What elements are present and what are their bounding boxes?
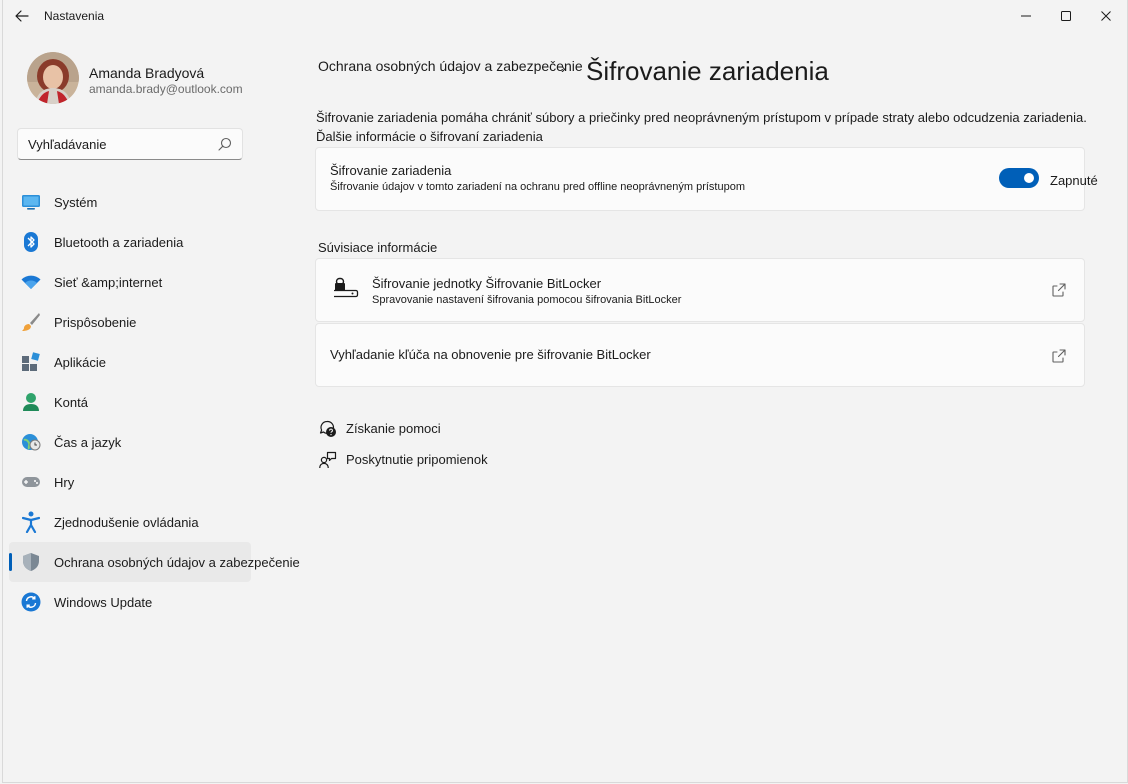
shield-icon [21,552,41,572]
close-button[interactable] [1086,0,1126,32]
breadcrumb-parent[interactable]: Ochrana osobných údajov a zabezpečenie [318,58,583,74]
bitlocker-recovery-key-title: Vyhľadanie kľúča na obnovenie pre šifrov… [330,347,651,362]
sidebar-item-accounts[interactable]: Kontá [9,382,251,422]
sidebar-item-label: Hry [54,475,75,490]
toggle-knob [1024,173,1034,183]
sidebar-item-label: Kontá [54,395,88,410]
settings-window: Nastavenia Amanda Bradyová amanda.brady@… [2,0,1128,783]
help-chat-icon [319,420,336,437]
arrow-left-icon [15,10,29,22]
device-encryption-title: Šifrovanie zariadenia [330,163,452,178]
sidebar-item-label: Zjednodušenie ovládania [54,515,199,530]
search-icon[interactable] [218,137,232,151]
title-bar: Nastavenia [3,0,1127,32]
sidebar-item-personalization[interactable]: Prispôsobenie [9,302,251,342]
bluetooth-icon [21,232,41,252]
sidebar-nav: Systém Bluetooth a zariadenia Sieť &amp;… [9,182,300,622]
sidebar-item-network[interactable]: Sieť &amp;internet [9,262,251,302]
bitlocker-title: Šifrovanie jednotky Šifrovanie BitLocker [372,276,602,291]
drive-lock-icon [334,277,359,298]
sidebar-item-accessibility[interactable]: Zjednodušenie ovládania [9,502,251,542]
brush-icon [21,312,41,332]
apps-icon [21,352,41,372]
sidebar-item-label: Aplikácie [54,355,107,370]
sidebar-item-privacy-security[interactable]: Ochrana osobných údajov a zabezpečenie [9,542,300,582]
sidebar-item-label: Bluetooth a zariadenia [54,235,184,250]
sidebar-item-label: Windows Update [54,595,153,610]
minimize-button[interactable] [1006,0,1046,32]
device-encryption-card: Šifrovanie zariadenia Šifrovanie údajov … [315,147,1098,211]
open-external-icon [1052,283,1066,297]
close-icon [1101,11,1111,21]
open-external-icon [1052,349,1066,363]
sidebar-item-label: Ochrana osobných údajov a zabezpečenie [54,555,300,570]
sidebar-item-label: Čas a jazyk [54,435,122,450]
related-section-heading: Súvisiace informácie [318,240,438,255]
maximize-icon [1061,11,1071,21]
maximize-button[interactable] [1046,0,1086,32]
app-title: Nastavenia [44,9,105,23]
feedback-icon [319,451,337,469]
bitlocker-subtitle: Spravovanie nastavení šifrovania pomocou… [372,294,682,306]
bitlocker-card[interactable]: Šifrovanie jednotky Šifrovanie BitLocker… [315,258,1085,322]
time-language-icon [21,432,41,452]
device-encryption-toggle[interactable] [999,168,1039,188]
sidebar-item-apps[interactable]: Aplikácie [9,342,251,382]
page-title: Šifrovanie zariadenia [586,56,829,86]
gamepad-icon [21,472,41,492]
search-input[interactable] [28,135,208,153]
breadcrumb-separator: › [561,60,566,76]
search-box[interactable] [17,128,243,160]
sidebar-item-label: Systém [54,195,98,210]
user-email: amanda.brady@outlook.com [89,82,243,96]
back-button[interactable] [11,6,33,26]
sidebar-item-bluetooth[interactable]: Bluetooth a zariadenia [9,222,251,262]
give-feedback-label: Poskytnutie pripomienok [346,452,488,467]
avatar [27,52,79,104]
account-icon [21,392,41,412]
toggle-state-label: Zapnuté [1050,173,1098,188]
sidebar-item-label: Prispôsobenie [54,315,137,330]
minimize-icon [1021,15,1031,17]
accessibility-icon [21,511,41,533]
sidebar-item-label: Sieť &amp;internet [54,275,163,290]
sidebar-item-gaming[interactable]: Hry [9,462,251,502]
windows-update-icon [21,592,41,612]
sidebar-item-time-language[interactable]: Čas a jazyk [9,422,251,462]
user-name: Amanda Bradyová [89,65,205,81]
sidebar-item-windows-update[interactable]: Windows Update [9,582,251,622]
sidebar-item-system[interactable]: Systém [9,182,251,222]
system-icon [21,192,41,212]
bitlocker-recovery-key-card[interactable]: Vyhľadanie kľúča na obnovenie pre šifrov… [315,323,1085,387]
device-encryption-subtitle: Šifrovanie údajov v tomto zariadení na o… [330,181,745,193]
get-help-label: Získanie pomoci [346,421,441,436]
page-description: Šifrovanie zariadenia pomáha chrániť súb… [316,110,1087,144]
wifi-icon [21,272,41,292]
